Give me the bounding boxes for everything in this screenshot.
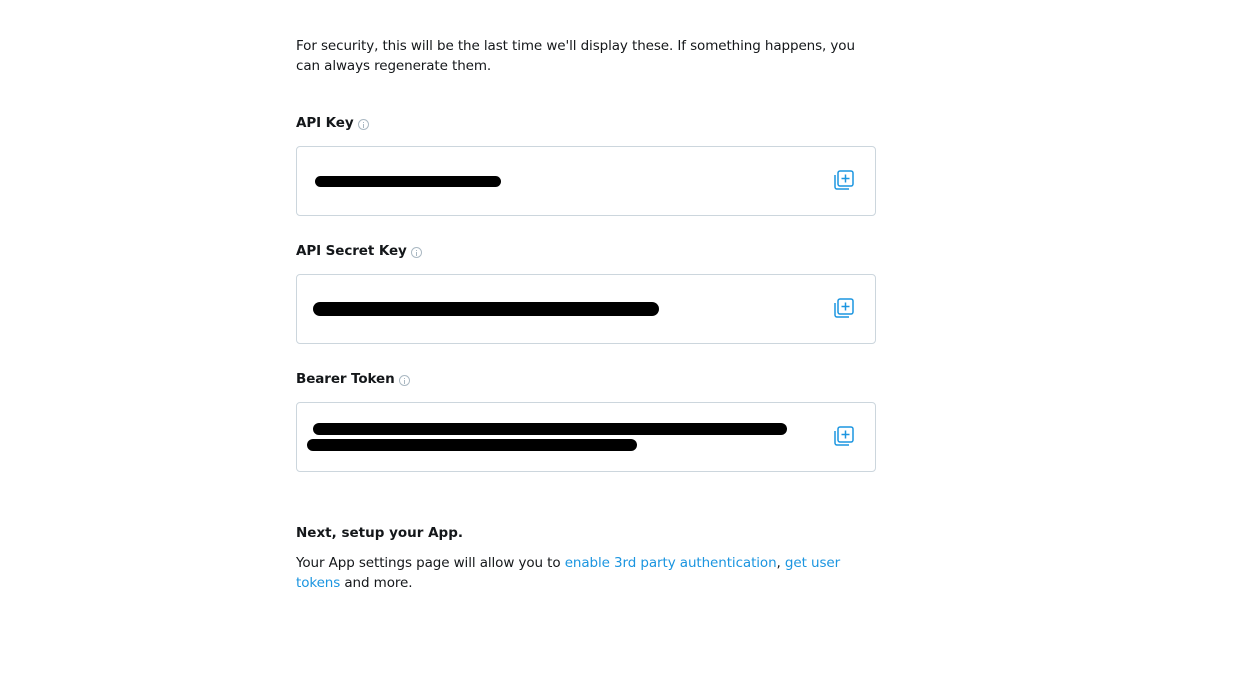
next-steps-text: Your App settings page will allow you to… [296, 553, 876, 593]
bearer-token-redaction-line1 [313, 423, 787, 435]
info-icon[interactable] [410, 247, 422, 258]
api-key-label-row: API Key [296, 114, 876, 132]
api-secret-key-label-row: API Secret Key [296, 242, 876, 260]
api-secret-key-redaction [313, 302, 659, 316]
bearer-token-field[interactable] [296, 402, 876, 472]
api-key-section: API Key [296, 114, 876, 216]
next-separator: , [776, 555, 785, 571]
enable-3rd-party-auth-link[interactable]: enable 3rd party authentication [565, 555, 777, 571]
api-key-redaction [315, 176, 501, 187]
copy-icon[interactable] [833, 297, 855, 319]
api-secret-key-section: API Secret Key [296, 242, 876, 344]
next-steps-title: Next, setup your App. [296, 525, 464, 541]
api-key-label: API Key [296, 115, 354, 131]
bearer-token-label: Bearer Token [296, 371, 395, 387]
api-key-field[interactable] [296, 146, 876, 216]
bearer-token-redaction-line2 [307, 439, 637, 451]
bearer-token-label-row: Bearer Token [296, 370, 876, 388]
info-icon[interactable] [398, 375, 410, 386]
next-steps-section: Next, setup your App. Your App settings … [296, 524, 876, 593]
security-notice: For security, this will be the last time… [296, 38, 855, 74]
next-text-before: Your App settings page will allow you to [296, 555, 565, 571]
info-icon[interactable] [357, 119, 369, 130]
keys-panel: For security, this will be the last time… [296, 36, 876, 593]
copy-icon[interactable] [833, 425, 855, 447]
api-secret-key-field[interactable] [296, 274, 876, 344]
api-secret-key-label: API Secret Key [296, 243, 407, 259]
bearer-token-section: Bearer Token [296, 370, 876, 472]
copy-icon[interactable] [833, 169, 855, 191]
next-text-after: and more. [340, 575, 413, 591]
